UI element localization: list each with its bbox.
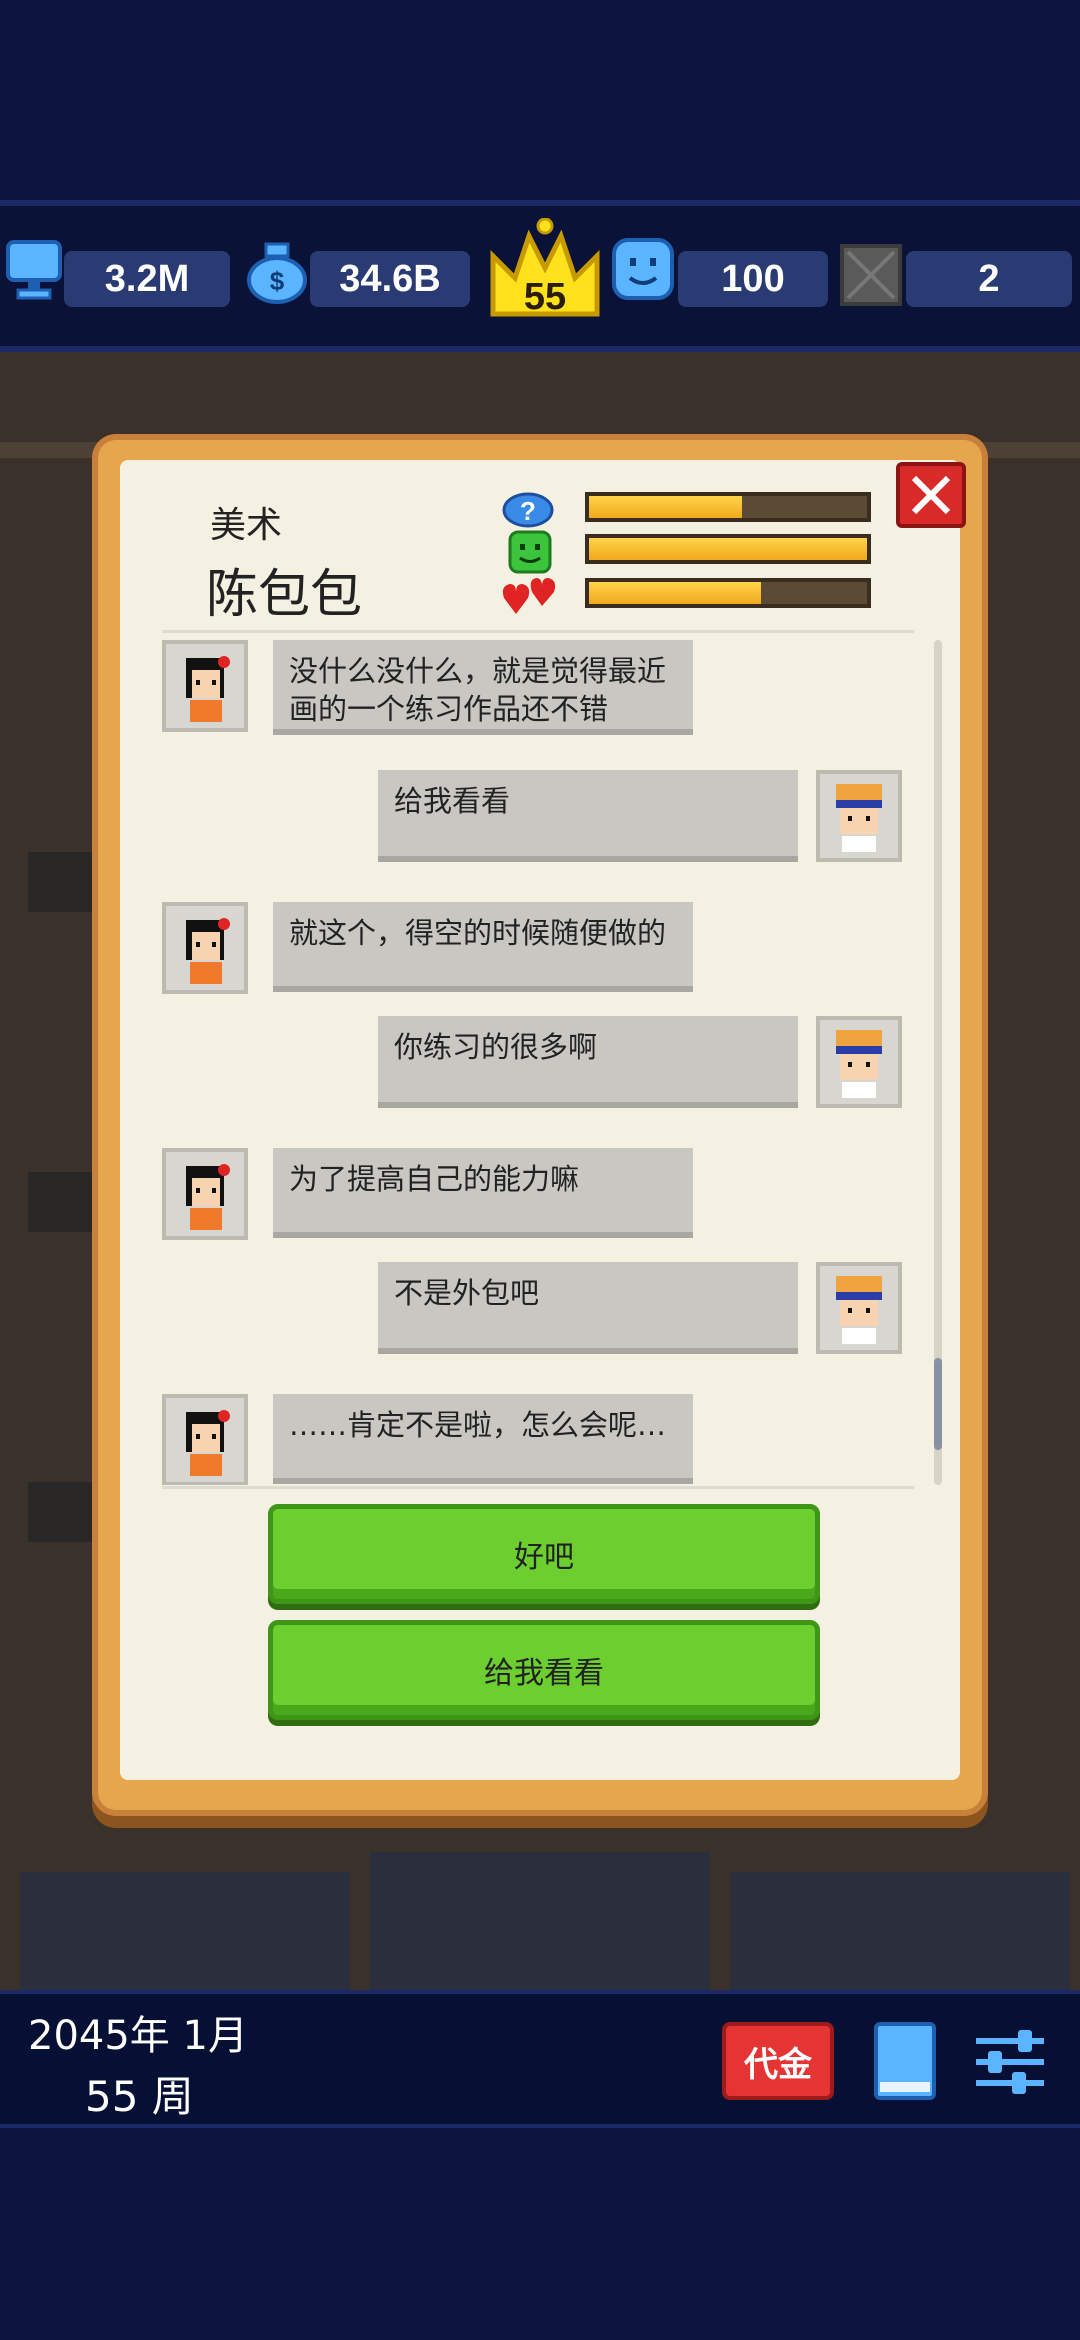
voucher-label: 代金 <box>744 2044 812 2085</box>
green-face-icon <box>508 530 552 574</box>
skill-bar-fill <box>589 496 742 518</box>
mood-bar-fill <box>589 538 867 560</box>
week-count: 55 周 <box>85 2072 194 2121</box>
loyalty-bar <box>585 578 871 608</box>
player-avatar <box>816 1016 902 1108</box>
svg-text:?: ? <box>520 496 536 526</box>
option-button-1[interactable]: 好吧 <box>268 1504 820 1604</box>
chat-message: 为了提高自己的能力嘛 <box>273 1148 693 1238</box>
girl-portrait-icon <box>186 1410 230 1476</box>
book-icon[interactable] <box>870 2020 940 2104</box>
voucher-button[interactable]: 代金 <box>722 2022 834 2100</box>
chat-message: 没什么没什么，就是觉得最近画的一个练习作品还不错 <box>273 640 693 735</box>
employee-avatar <box>162 1394 248 1485</box>
player-avatar <box>816 770 902 862</box>
boss-portrait-icon <box>836 784 882 852</box>
chat-message: 就这个，得空的时候随便做的 <box>273 902 693 992</box>
happiness-stat: 100 <box>678 251 828 307</box>
svg-text:$: $ <box>270 266 285 296</box>
top-status-bar: 3.2M $ 34.6B 55 100 2 <box>0 200 1080 352</box>
hearts-icon <box>502 578 556 614</box>
boss-portrait-icon <box>836 1276 882 1344</box>
current-date: 2045年 1月 <box>28 2013 248 2059</box>
option-button-2[interactable]: 给我看看 <box>268 1620 820 1720</box>
chat-message: 给我看看 <box>378 770 798 862</box>
loyalty-bar-fill <box>589 582 762 604</box>
chat-message: ……肯定不是啦，怎么会呢… <box>273 1394 693 1484</box>
mood-bar <box>585 534 871 564</box>
close-icon <box>911 475 951 515</box>
chat-message: 不是外包吧 <box>378 1262 798 1354</box>
girl-portrait-icon <box>186 1164 230 1230</box>
skill-bar <box>585 492 871 522</box>
monitor-icon <box>6 240 62 300</box>
employee-avatar <box>162 902 248 994</box>
money-bag-icon: $ <box>247 242 307 304</box>
locked-slot-icon <box>840 244 902 306</box>
money-stat: 34.6B <box>310 251 470 307</box>
close-button[interactable] <box>896 462 966 528</box>
girl-portrait-icon <box>186 656 230 722</box>
employee-name: 陈包包 <box>206 565 363 625</box>
chat-message: 你练习的很多啊 <box>378 1016 798 1108</box>
girl-portrait-icon <box>186 918 230 984</box>
chat-scroll-thumb[interactable] <box>934 1358 942 1450</box>
employee-avatar <box>162 640 248 732</box>
locked-stat: 2 <box>906 251 1072 307</box>
level-crown[interactable]: 55 <box>485 217 605 328</box>
chat-log[interactable]: 没什么没什么，就是觉得最近画的一个练习作品还不错 给我看看 就这个，得空的时候随… <box>150 640 930 1485</box>
boss-portrait-icon <box>836 1030 882 1098</box>
level-value: 55 <box>523 276 567 318</box>
divider-top <box>162 630 914 633</box>
question-icon: ? <box>502 492 554 528</box>
computers-stat: 3.2M <box>64 251 230 307</box>
settings-sliders-icon[interactable] <box>972 2024 1048 2100</box>
employee-role: 美术 <box>210 505 283 546</box>
divider-bottom <box>162 1486 914 1489</box>
happy-face-icon <box>612 238 674 300</box>
player-avatar <box>816 1262 902 1354</box>
employee-avatar <box>162 1148 248 1240</box>
